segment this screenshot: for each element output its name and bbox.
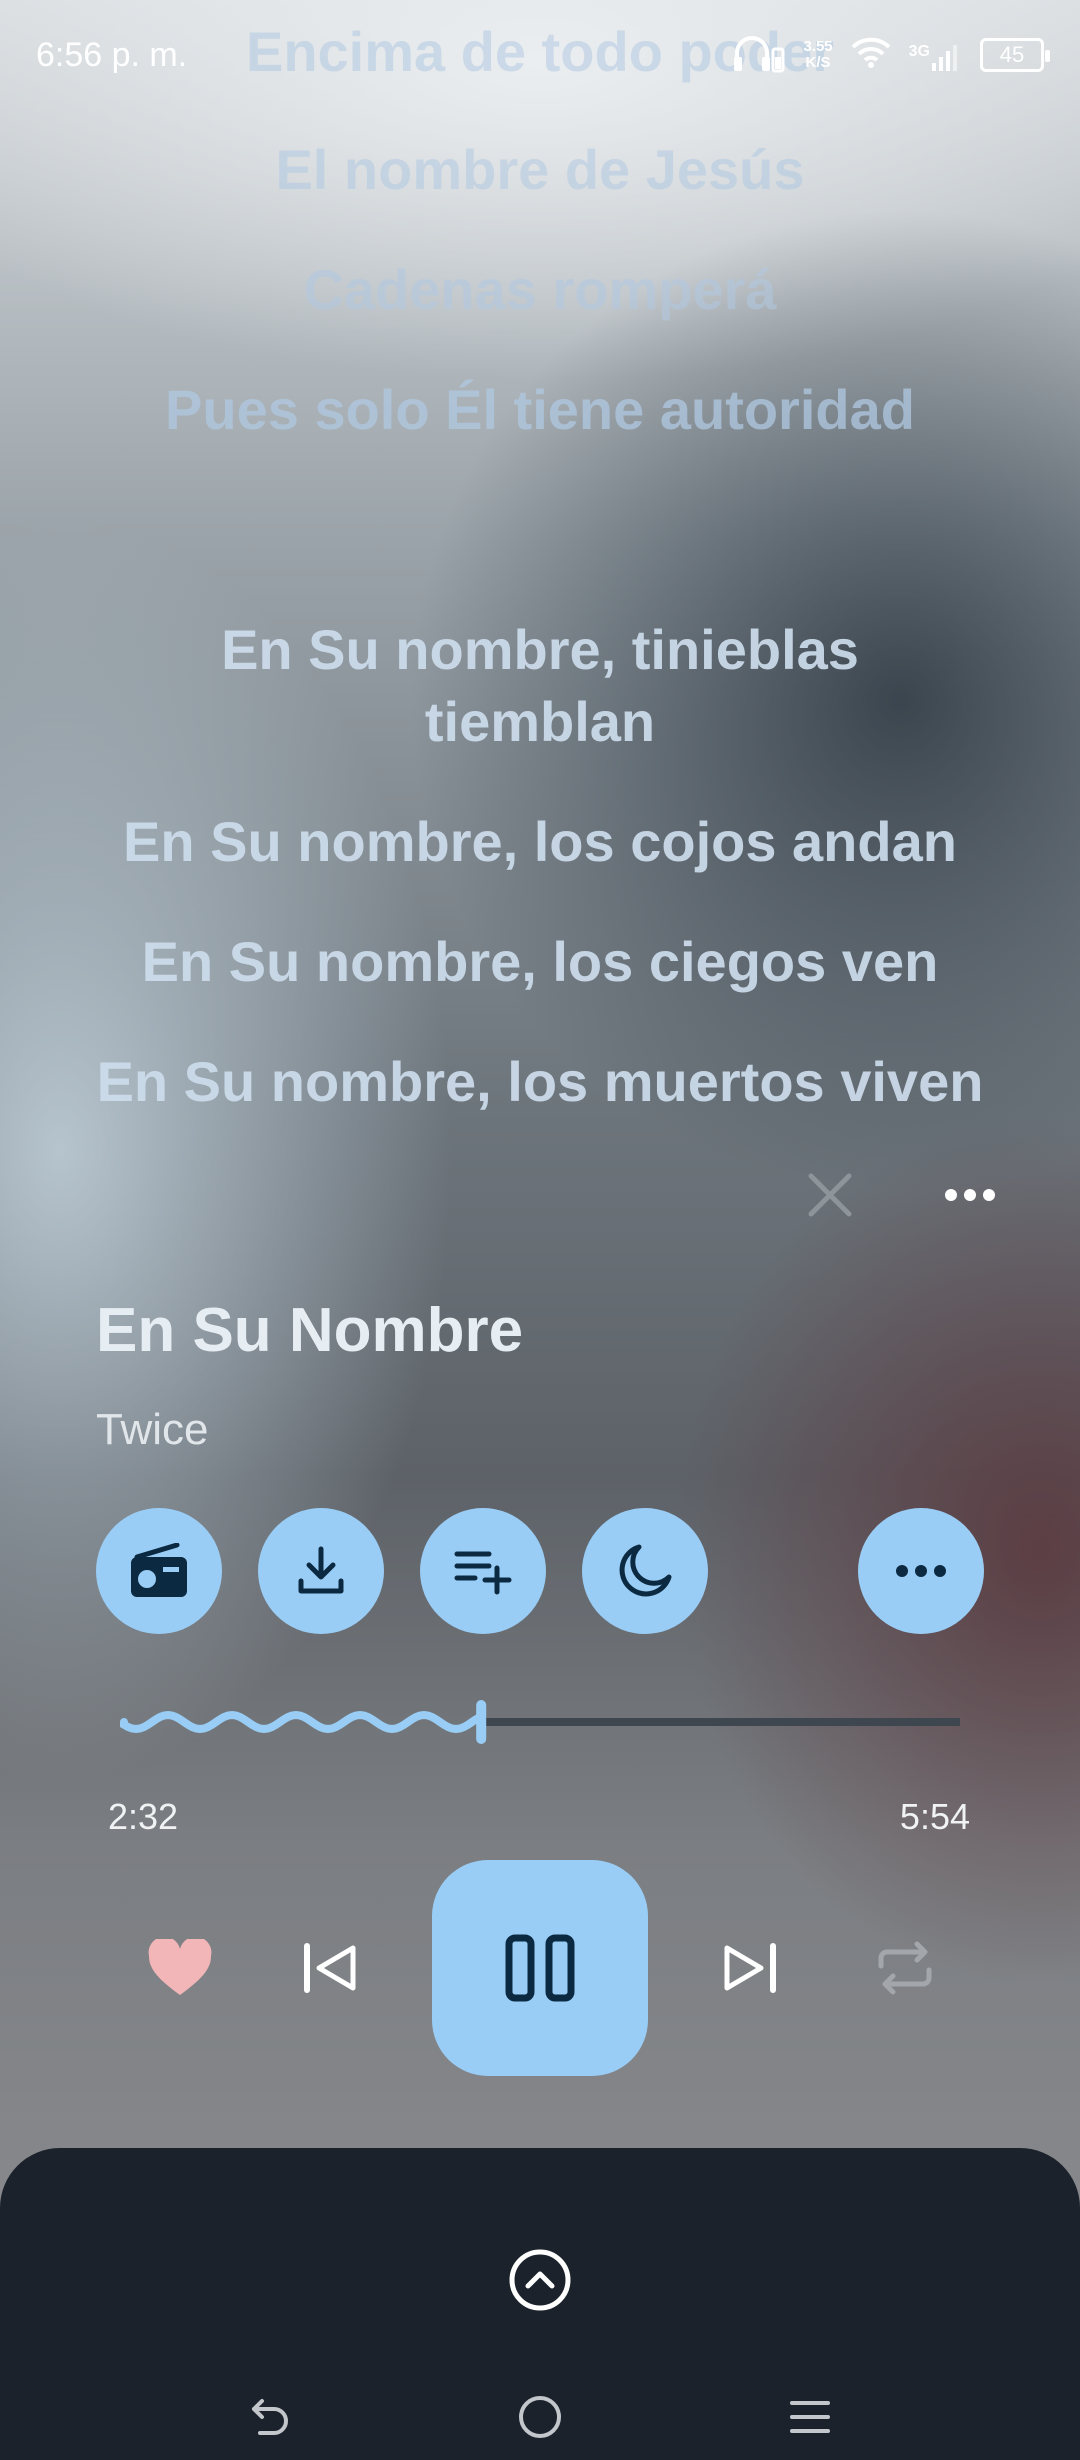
lyric-line[interactable]: En Su nombre, los ciegos ven	[40, 926, 1040, 998]
seek-bar[interactable]	[120, 1692, 964, 1752]
pause-button[interactable]	[432, 1860, 648, 2076]
add-to-playlist-button[interactable]	[420, 1508, 546, 1634]
status-bar: 6:56 p. m. 3.55 K/S 3G 45	[0, 0, 1080, 110]
like-button[interactable]	[130, 1918, 230, 2018]
download-button[interactable]	[258, 1508, 384, 1634]
lyric-line[interactable]: El nombre de Jesús	[40, 134, 1040, 206]
menu-icon	[790, 2401, 830, 2433]
skip-next-icon	[724, 1943, 776, 1993]
lyric-line[interactable]: Cadenas romperá	[40, 254, 1040, 326]
more-icon	[896, 1565, 946, 1577]
more-options-button[interactable]	[858, 1508, 984, 1634]
heart-icon	[148, 1939, 212, 1995]
repeat-button[interactable]	[855, 1918, 955, 2018]
chevron-up-circle-icon	[509, 2249, 571, 2311]
nav-recents-button[interactable]	[770, 2382, 850, 2452]
battery-level: 45	[999, 42, 1025, 67]
elapsed-time: 2:32	[108, 1796, 179, 1837]
sleep-timer-button[interactable]	[582, 1508, 708, 1634]
net-speed-unit: K/S	[805, 54, 831, 71]
song-title: En Su Nombre	[96, 1296, 524, 1365]
lyric-line-current[interactable]: En Su nombre, tinieblas tiemblan	[180, 614, 900, 758]
blurred-album-background	[0, 0, 1080, 2460]
battery-icon: 45	[980, 38, 1050, 72]
seek-bar-track	[120, 1700, 964, 1744]
lyrics-more-button[interactable]	[935, 1160, 1005, 1230]
radio-button[interactable]	[96, 1508, 222, 1634]
network-type: 3G	[908, 43, 930, 60]
close-lyrics-button[interactable]	[795, 1160, 865, 1230]
skip-previous-icon	[304, 1943, 356, 1993]
sleep-timer-icon	[619, 1544, 672, 1597]
radio-icon	[131, 1543, 187, 1597]
wifi-icon	[851, 37, 891, 74]
close-icon	[808, 1173, 852, 1217]
status-time: 6:56 p. m.	[36, 35, 188, 74]
expand-queue-button[interactable]	[500, 2240, 580, 2320]
seek-thumb[interactable]	[476, 1700, 487, 1744]
pause-icon	[505, 1934, 575, 2002]
queue-bottom-sheet[interactable]	[0, 2148, 1080, 2460]
signal-icon: 3G	[909, 39, 962, 71]
home-icon	[519, 2396, 561, 2438]
lyric-line[interactable]: Pues solo Él tiene autoridad	[40, 374, 1040, 446]
lyric-line[interactable]: En Su nombre, los muertos viven	[40, 1046, 1040, 1118]
next-button[interactable]	[700, 1918, 800, 2018]
action-row	[0, 1508, 1080, 1634]
net-speed-value: 3.55	[803, 38, 833, 55]
nav-back-button[interactable]	[230, 2382, 310, 2452]
previous-button[interactable]	[280, 1918, 380, 2018]
more-icon	[945, 1189, 995, 1201]
net-speed: 3.55 K/S	[803, 39, 832, 71]
back-icon	[252, 2399, 288, 2435]
download-icon	[298, 1546, 344, 1594]
total-duration: 5:54	[899, 1796, 970, 1837]
add-to-playlist-icon	[454, 1551, 512, 1595]
artist-name[interactable]: Twice	[96, 1405, 208, 1455]
lyric-line[interactable]: En Su nombre, los cojos andan	[40, 806, 1040, 878]
seek-elapsed	[120, 1710, 484, 1734]
playback-controls	[0, 1860, 1080, 2080]
repeat-icon	[878, 1941, 932, 1995]
nav-home-button[interactable]	[500, 2382, 580, 2452]
status-icons: 3.55 K/S 3G 45	[731, 33, 1050, 78]
headphones-icon	[731, 33, 785, 78]
